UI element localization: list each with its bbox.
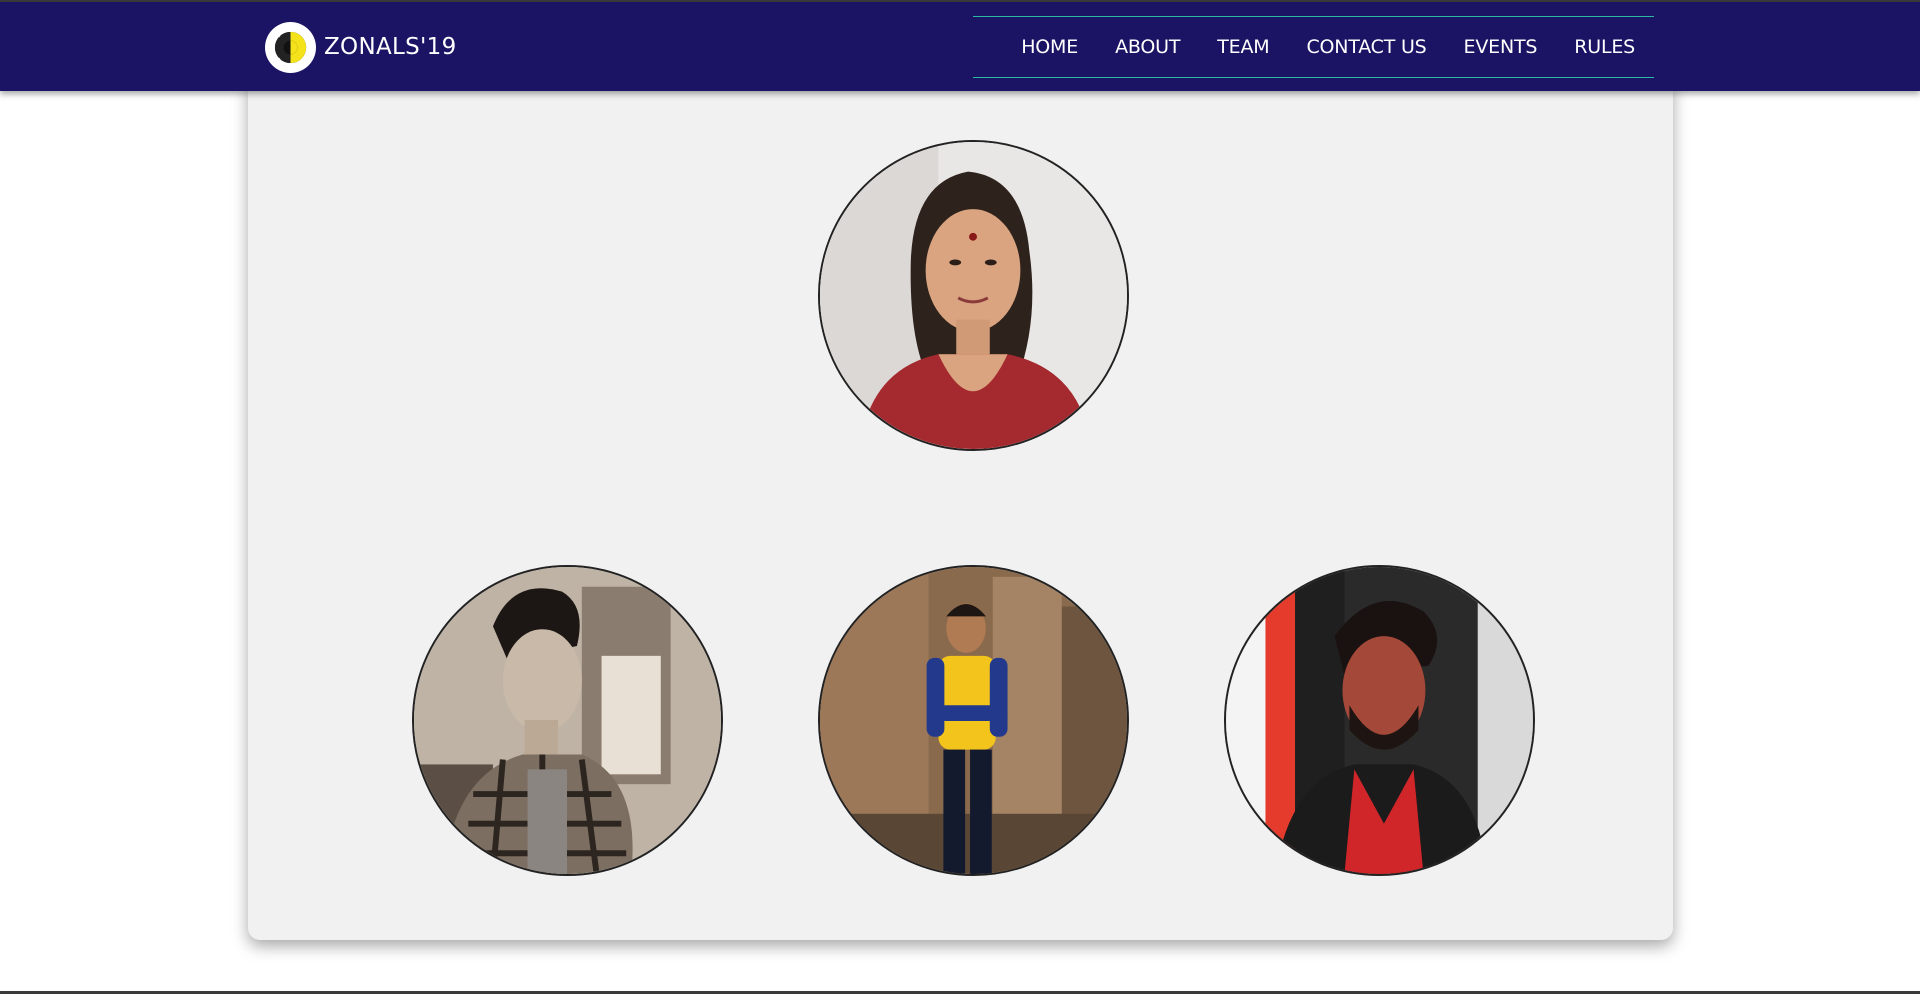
nav-home[interactable]: HOME xyxy=(1021,36,1078,58)
nav-about[interactable]: ABOUT xyxy=(1115,36,1180,58)
zonals-logo-icon xyxy=(265,21,316,73)
team-member-photo-woman xyxy=(818,140,1129,451)
nav-rules[interactable]: RULES xyxy=(1574,36,1635,58)
team-member-photo-man-yellow-shirt xyxy=(818,565,1129,876)
nav-contact-us[interactable]: CONTACT US xyxy=(1306,36,1426,58)
brand-link[interactable]: ZONALS'19 xyxy=(265,21,457,73)
main-nav: HOME ABOUT TEAM CONTACT US EVENTS RULES xyxy=(973,16,1654,78)
nav-team[interactable]: TEAM xyxy=(1217,36,1269,58)
team-card xyxy=(248,80,1673,940)
navbar: ZONALS'19 HOME ABOUT TEAM CONTACT US EVE… xyxy=(0,2,1920,91)
brand-name: ZONALS'19 xyxy=(324,34,457,60)
team-member-photo-man-sepia xyxy=(412,565,723,876)
nav-events[interactable]: EVENTS xyxy=(1464,36,1538,58)
team-member-photo-man-red-light xyxy=(1224,565,1535,876)
